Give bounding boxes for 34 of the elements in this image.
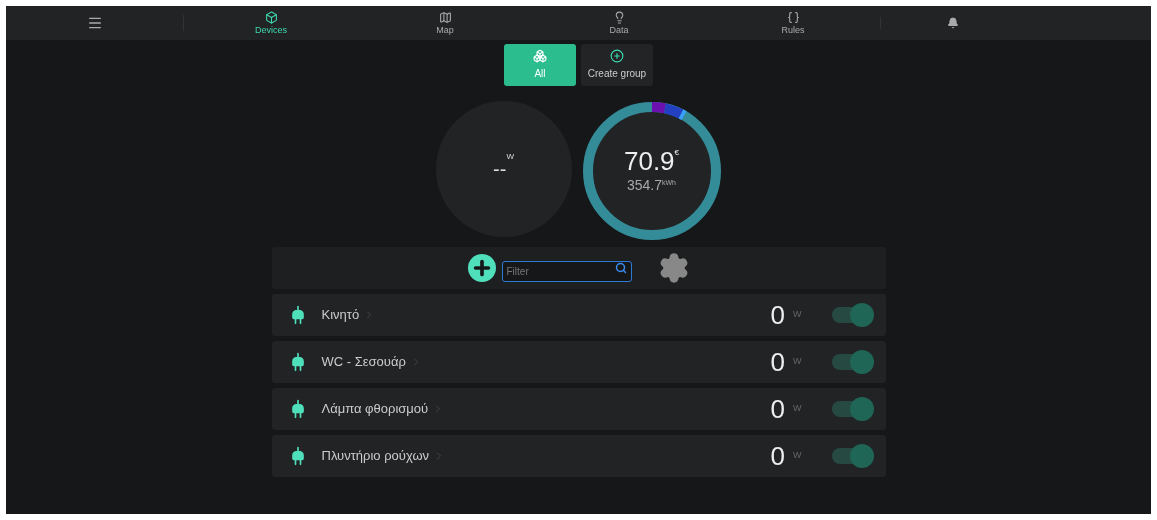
filter-field[interactable]: Filter [501,260,632,282]
cubes-icon [533,49,547,63]
energy-value: 354.7 [626,175,662,195]
power-unit: W [793,308,802,322]
power-reading: 0 [770,348,785,376]
power-unit: W [793,449,802,463]
plus-circle-icon [610,49,624,63]
power-reading: 0 [770,395,785,423]
power-unit: W [793,402,802,416]
nav-tab[interactable]: Devices [184,10,358,36]
cost-value: 70.9 [623,146,675,175]
device-row[interactable]: Λάμπα φθορισμού 0 W [271,388,886,430]
device-row[interactable]: Κινητό 0 W [271,294,886,336]
add-device-button[interactable] [467,254,496,282]
cube-icon [264,10,278,24]
device-name: WC - Σεσουάρ [321,353,406,372]
nav-tab[interactable]: Rules [706,10,880,36]
nav-tab[interactable]: Data [532,10,706,36]
device-row[interactable]: WC - Σεσουάρ 0 W [271,341,886,383]
power-reading: 0 [770,301,785,329]
currency-unit: € [674,146,680,157]
device-name: Λάμπα φθορισμού [321,400,429,419]
notification-bell-icon[interactable] [947,17,959,29]
device-name: Πλυντήριο ρούχων [321,447,430,466]
power-reading: 0 [770,442,785,470]
search-icon[interactable] [614,261,627,274]
device-name: Κινητό [321,306,360,325]
device-row[interactable]: Πλυντήριο ρούχων 0 W [271,435,886,477]
braces-icon [786,10,800,24]
nav-tab[interactable]: Map [358,10,532,36]
group-button[interactable]: Create group [581,44,653,86]
menu-icon[interactable] [86,15,103,31]
map-icon [438,10,452,24]
power-unit: W [793,355,802,369]
